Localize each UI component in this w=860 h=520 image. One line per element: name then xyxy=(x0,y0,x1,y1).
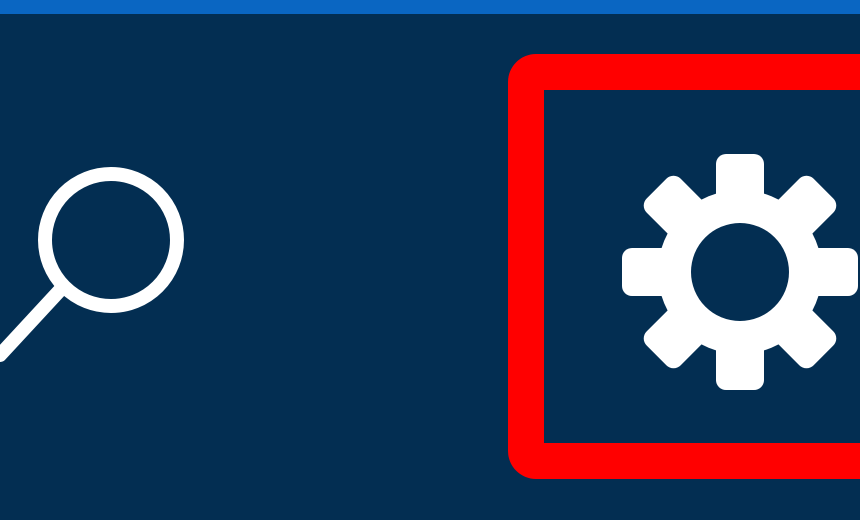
search-button[interactable] xyxy=(0,150,210,380)
gear-icon xyxy=(622,154,858,390)
app-toolbar xyxy=(0,0,860,520)
settings-button[interactable] xyxy=(610,150,860,395)
top-accent-strip xyxy=(0,0,860,14)
search-icon xyxy=(0,167,184,362)
